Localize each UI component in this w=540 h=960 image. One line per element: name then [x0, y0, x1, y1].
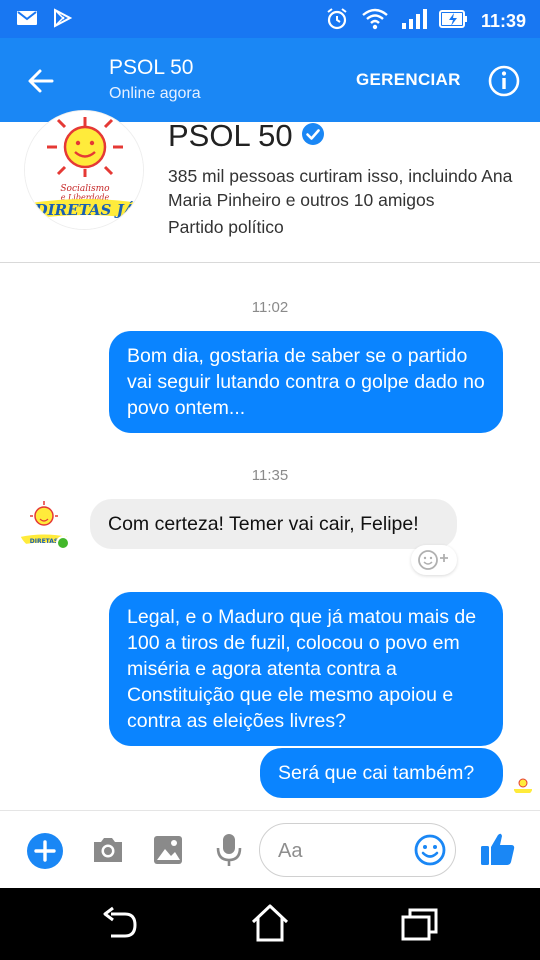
wifi-icon [361, 8, 389, 35]
thumbs-up-icon[interactable] [479, 830, 517, 873]
page-name: PSOL 50 [168, 118, 325, 154]
online-indicator [56, 536, 70, 550]
page-avatar[interactable]: Socialismo e Liberdade DIRETAS JÁ [24, 110, 144, 230]
emoji-icon[interactable] [413, 833, 447, 872]
message-timestamp: 11:02 [251, 299, 289, 316]
message-thread[interactable]: 11:02 Bom dia, gostaria de saber se o pa… [0, 263, 540, 810]
outgoing-message[interactable]: Será que cai também? [260, 748, 503, 798]
camera-icon[interactable] [91, 835, 125, 870]
svg-text:DIRETAS: DIRETAS [30, 538, 59, 545]
mail-icon [16, 9, 38, 32]
verified-badge-icon [301, 118, 325, 154]
outgoing-message[interactable]: Bom dia, gostaria de saber se o partido … [109, 331, 503, 433]
seen-indicator-avatar [513, 776, 533, 796]
status-bar: 11:39 [0, 0, 540, 38]
play-store-icon [52, 8, 73, 33]
manage-button[interactable]: GERENCIAR [356, 70, 461, 90]
status-time: 11:39 [480, 11, 526, 31]
page-info-card: Socialismo e Liberdade DIRETAS JÁ PSOL 5… [0, 110, 540, 263]
plus-icon[interactable] [26, 832, 64, 875]
back-arrow-icon[interactable] [24, 64, 58, 98]
message-input[interactable] [278, 836, 398, 866]
recents-nav-icon[interactable] [400, 906, 440, 947]
system-navigation-bar [0, 888, 540, 960]
message-composer [0, 810, 540, 888]
presence-status: Online agora [109, 85, 201, 102]
message-input-box[interactable] [259, 823, 456, 877]
incoming-message[interactable]: Com certeza! Temer vai cair, Felipe! [90, 499, 457, 549]
home-nav-icon[interactable] [250, 903, 290, 948]
conversation-title[interactable]: PSOL 50 [109, 56, 193, 80]
page-likes-text: 385 mil pessoas curtiram isso, incluindo… [168, 166, 513, 210]
info-icon[interactable] [487, 64, 521, 98]
microphone-icon[interactable] [215, 832, 243, 873]
message-timestamp: 11:35 [251, 467, 289, 484]
svg-text:DIRETAS JÁ: DIRETAS JÁ [34, 201, 136, 219]
battery-charging-icon [438, 9, 469, 34]
back-nav-icon[interactable] [101, 906, 139, 947]
alarm-icon [325, 7, 349, 36]
outgoing-message[interactable]: Legal, e o Maduro que já matou mais de 1… [109, 592, 503, 746]
add-reaction-button[interactable] [411, 545, 457, 575]
page-name-text: PSOL 50 [168, 118, 293, 153]
signal-icon [401, 8, 427, 35]
gallery-icon[interactable] [152, 834, 184, 871]
page-category: Partido político [168, 217, 284, 237]
